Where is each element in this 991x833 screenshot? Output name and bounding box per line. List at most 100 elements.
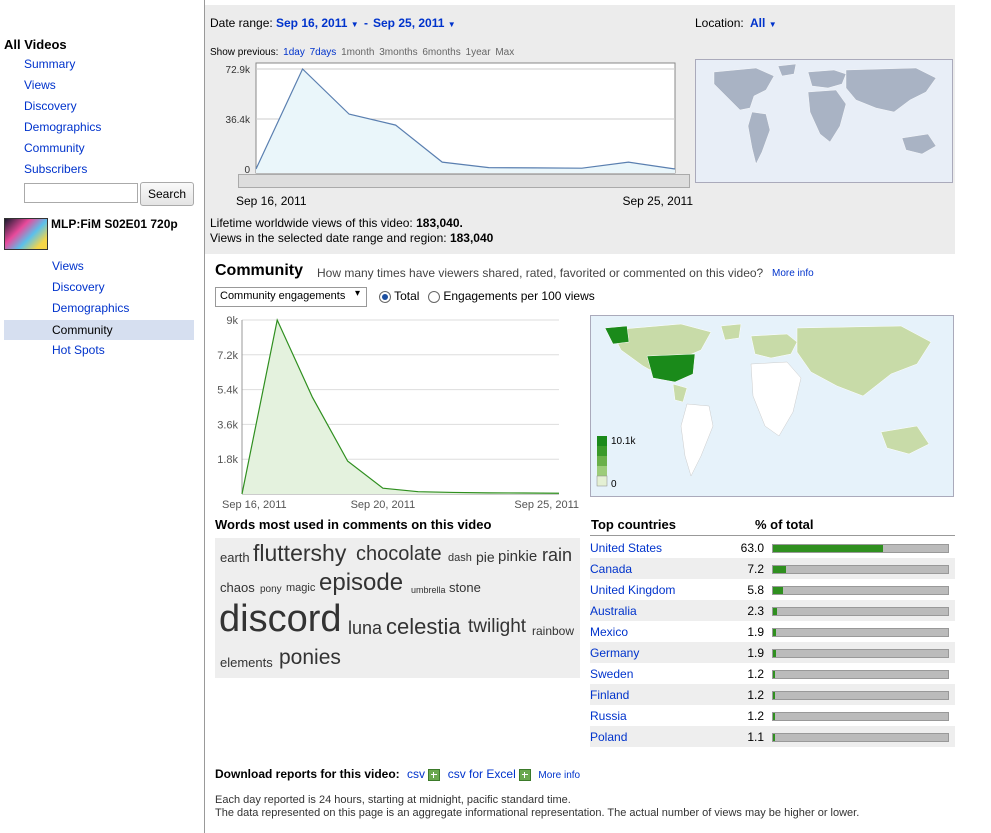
chevron-down-icon: ▼ xyxy=(447,20,456,29)
csv-link[interactable]: csv xyxy=(407,767,425,781)
range-1year[interactable]: 1year xyxy=(466,47,491,58)
country-bar xyxy=(772,712,949,721)
range-max[interactable]: Max xyxy=(495,47,514,58)
country-bar xyxy=(772,565,949,574)
country-bar xyxy=(772,691,949,700)
community-metric-select[interactable]: Community engagements ▾ xyxy=(215,287,367,307)
country-link[interactable]: Australia xyxy=(590,604,637,618)
csv-excel-link[interactable]: csv for Excel xyxy=(448,767,516,781)
download-reports: Download reports for this video: csv csv… xyxy=(215,767,580,781)
table-row: Australia 2.3 xyxy=(590,600,955,621)
spreadsheet-icon[interactable] xyxy=(428,768,441,781)
radio-per100-control[interactable] xyxy=(428,290,440,303)
word-pony: pony xyxy=(260,584,282,595)
range-1day[interactable]: 1day xyxy=(283,47,305,58)
radio-total-label: Total xyxy=(394,289,420,303)
table-row: Sweden 1.2 xyxy=(590,663,955,684)
spreadsheet-icon[interactable] xyxy=(519,768,532,781)
countries-header: Top countries xyxy=(591,517,676,532)
sidebar-title[interactable]: All Videos xyxy=(4,37,67,52)
y-tick-label: 5.4k xyxy=(217,385,238,397)
range-6months[interactable]: 6months xyxy=(422,47,460,58)
country-bar xyxy=(772,586,949,595)
country-pct: 1.2 xyxy=(747,688,764,702)
country-link[interactable]: Poland xyxy=(590,730,627,744)
y-tick-label: 1.8k xyxy=(217,454,238,466)
x-tick-label: Sep 16, 2011 xyxy=(222,499,287,511)
table-row: Finland 1.2 xyxy=(590,684,955,705)
country-pct: 1.1 xyxy=(747,730,764,744)
word-pie: pie xyxy=(476,549,495,565)
video-item-views[interactable]: Views xyxy=(52,259,84,273)
range-1month[interactable]: 1month xyxy=(341,47,374,58)
sidebar-item-community[interactable]: Community xyxy=(24,141,85,155)
y-tick-label: 72.9k xyxy=(226,65,251,76)
date-from-select[interactable]: Sep 16, 2011 ▼ xyxy=(276,16,359,30)
lifetime-views-label: Lifetime worldwide views of this video: xyxy=(210,216,413,230)
footer-note-1: Each day reported is 24 hours, starting … xyxy=(215,794,571,806)
sidebar-item-views[interactable]: Views xyxy=(24,78,56,92)
map-legend-min: 0 xyxy=(611,479,617,490)
country-pct: 1.9 xyxy=(747,646,764,660)
sidebar-item-demographics[interactable]: Demographics xyxy=(24,120,101,134)
word-elements: elements xyxy=(220,655,273,670)
word-fluttershy: fluttershy xyxy=(253,540,347,566)
x-tick-label: Sep 25, 2011 xyxy=(622,194,693,208)
lifetime-views: Lifetime worldwide views of this video: … xyxy=(210,216,463,230)
radio-total[interactable]: Total xyxy=(379,289,419,303)
table-row: Poland 1.1 xyxy=(590,726,955,747)
location-select[interactable]: All ▼ xyxy=(750,16,777,30)
video-item-hot-spots[interactable]: Hot Spots xyxy=(52,343,105,357)
country-link[interactable]: Finland xyxy=(590,688,629,702)
sidebar-item-subscribers[interactable]: Subscribers xyxy=(24,162,87,176)
chevron-down-icon: ▼ xyxy=(768,20,777,29)
video-item-discovery[interactable]: Discovery xyxy=(52,280,105,294)
country-link[interactable]: Russia xyxy=(590,709,627,723)
word-earth: earth xyxy=(220,550,250,565)
table-row: United Kingdom 5.8 xyxy=(590,579,955,600)
country-bar-fill xyxy=(773,713,776,720)
country-link[interactable]: United Kingdom xyxy=(590,583,675,597)
sidebar-item-discovery[interactable]: Discovery xyxy=(24,99,77,113)
sidebar: All Videos Summary Views Discovery Demog… xyxy=(0,0,205,833)
y-tick-label: 3.6k xyxy=(217,419,238,431)
community-world-map[interactable] xyxy=(590,315,954,497)
search-button[interactable]: Search xyxy=(140,182,194,206)
word-rainbow: rainbow xyxy=(532,624,575,638)
video-thumbnail[interactable] xyxy=(4,218,48,250)
search-input[interactable] xyxy=(24,183,138,203)
download-label: Download reports for this video: xyxy=(215,767,400,781)
country-bar-fill xyxy=(773,629,777,636)
range-3months[interactable]: 3months xyxy=(379,47,417,58)
country-link[interactable]: Sweden xyxy=(590,667,633,681)
country-link[interactable]: Mexico xyxy=(590,625,628,639)
video-title: MLP:FiM S02E01 720p xyxy=(51,217,178,231)
chart-range-scrollbar[interactable] xyxy=(238,174,690,188)
y-tick-label: 36.4k xyxy=(226,115,251,126)
word-magic: magic xyxy=(286,582,316,594)
country-link[interactable]: United States xyxy=(590,541,662,555)
country-bar-fill xyxy=(773,608,778,615)
country-bar xyxy=(772,733,949,742)
community-more-info-link[interactable]: More info xyxy=(772,268,814,279)
radio-total-control[interactable] xyxy=(379,290,391,303)
range-7days[interactable]: 7days xyxy=(310,47,337,58)
date-range-label: Date range: xyxy=(210,16,273,30)
views-world-map[interactable] xyxy=(695,59,953,183)
radio-per100[interactable]: Engagements per 100 views xyxy=(428,289,595,303)
sidebar-item-summary[interactable]: Summary xyxy=(24,57,75,71)
word-stone: stone xyxy=(449,580,481,595)
video-item-demographics[interactable]: Demographics xyxy=(52,301,129,315)
word-dash: dash xyxy=(448,552,472,564)
video-item-community[interactable]: Community xyxy=(4,320,194,340)
country-bar xyxy=(772,649,949,658)
community-title: Community xyxy=(215,262,303,279)
date-to-select[interactable]: Sep 25, 2011 ▼ xyxy=(373,16,456,30)
words-title: Words most used in comments on this vide… xyxy=(215,517,492,532)
word-chocolate: chocolate xyxy=(356,543,442,565)
y-tick-label: 7.2k xyxy=(217,350,238,362)
country-link[interactable]: Germany xyxy=(590,646,639,660)
location-label: Location: xyxy=(695,16,744,30)
country-link[interactable]: Canada xyxy=(590,562,632,576)
download-more-info-link[interactable]: More info xyxy=(538,770,580,781)
